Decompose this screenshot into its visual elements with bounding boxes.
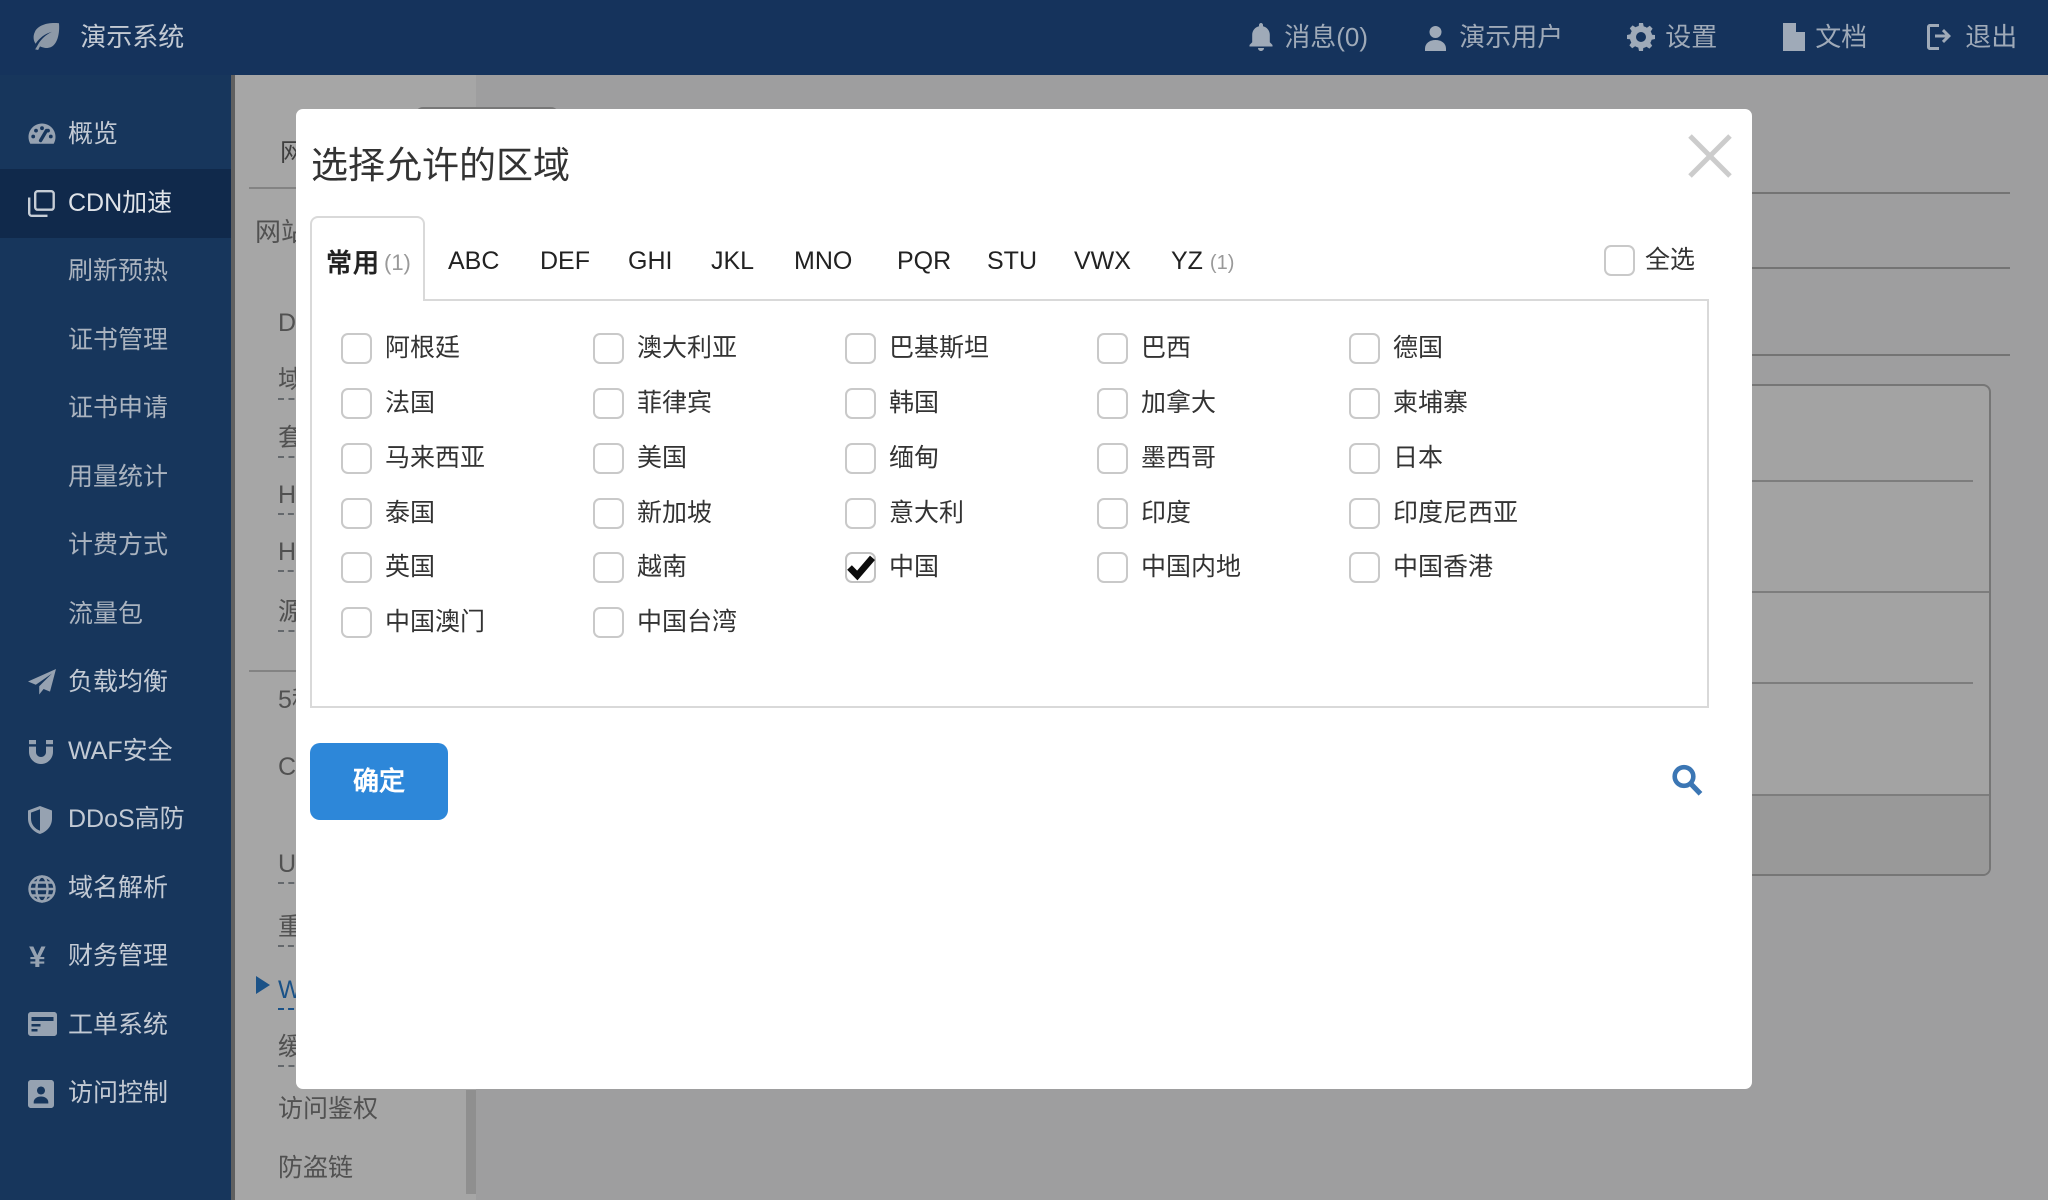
svg-text:¥: ¥ [29,943,46,971]
